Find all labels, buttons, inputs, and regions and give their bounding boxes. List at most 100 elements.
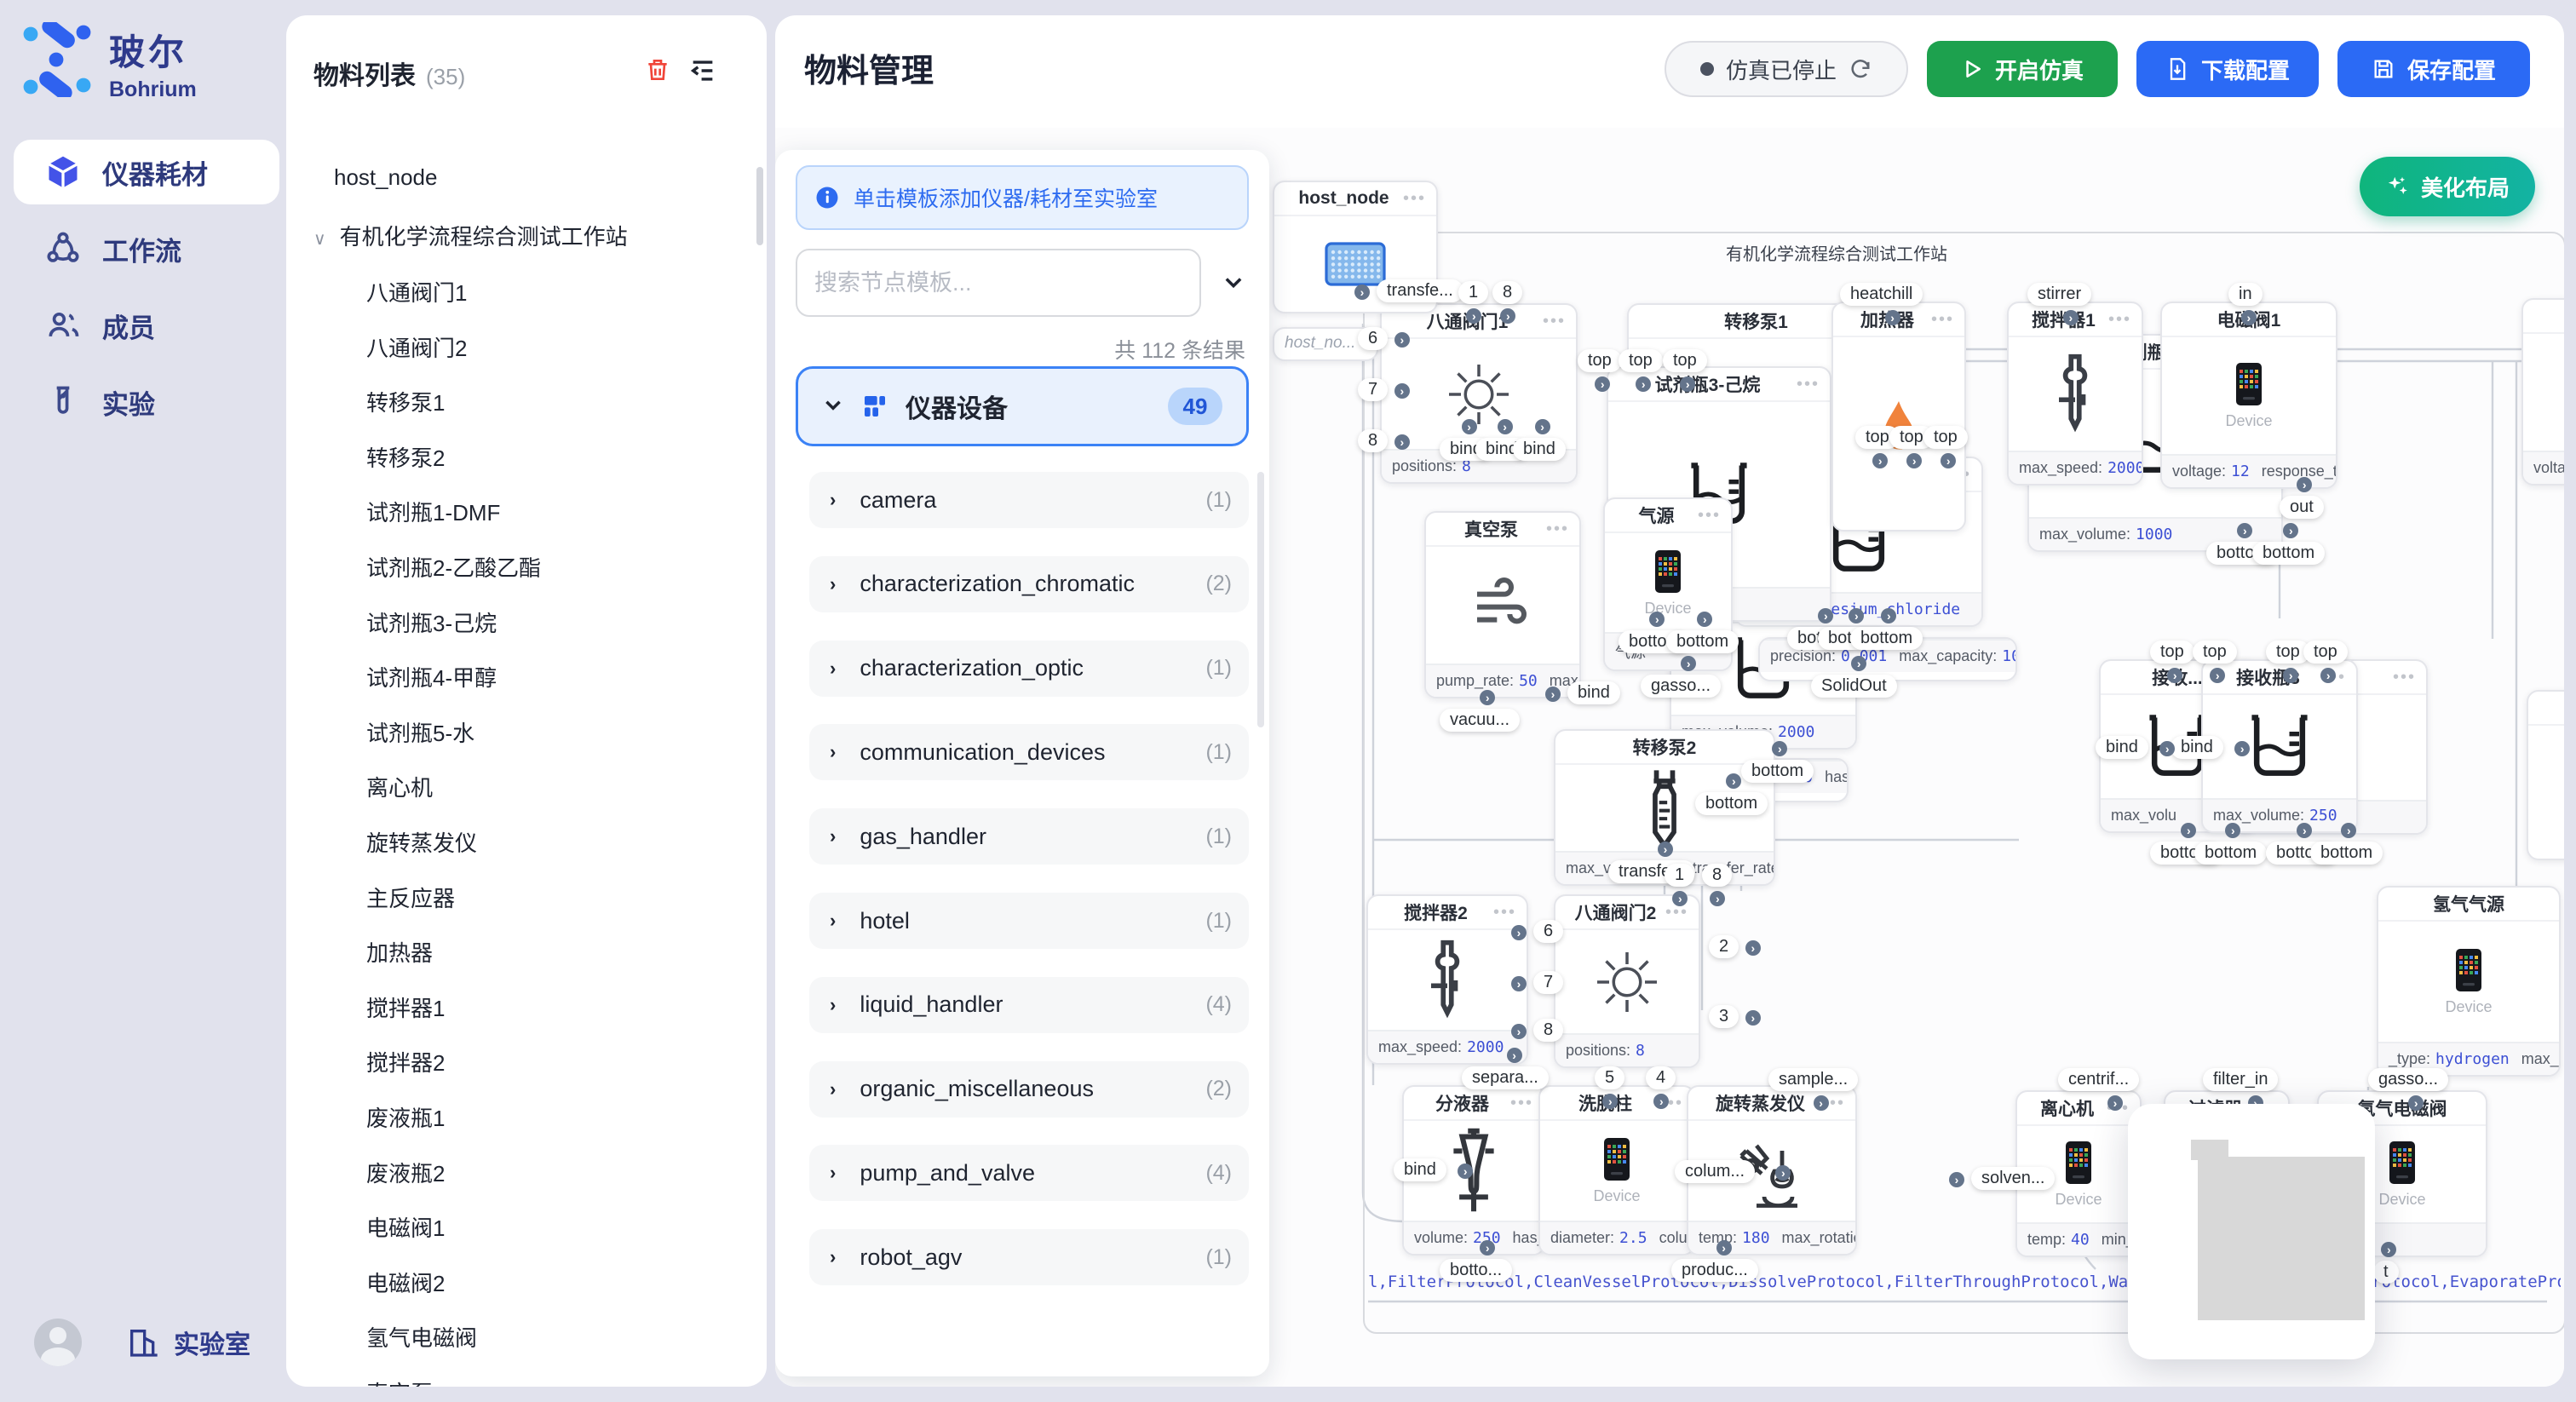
node-menu-icon[interactable]: ••• (1510, 1094, 1533, 1113)
sidebar-item-tube[interactable]: 实验 (14, 370, 279, 434)
port-chip-bottom[interactable]: bottom (2252, 542, 2325, 565)
node-menu-icon[interactable]: ••• (2108, 310, 2131, 330)
port-chip-6[interactable]: 6 (1533, 920, 1563, 943)
node-洗脱柱[interactable]: 洗脱柱•••Devicediameter:2.5column_type:si (1538, 1085, 1695, 1255)
tree-item[interactable]: 试剂瓶5-水 (366, 716, 474, 750)
materials-scrollbar[interactable] (756, 167, 763, 245)
port-chip-top[interactable]: top (1923, 426, 1968, 449)
port-chip-bottom[interactable]: bottom (2194, 842, 2267, 865)
tree-item-host-node[interactable]: host_node (334, 160, 437, 194)
category-row-gas_handler[interactable]: ›gas_handler(1) (809, 808, 1249, 865)
tree-item[interactable]: 氢气电磁阀 (366, 1321, 477, 1355)
sidebar-item-cube[interactable]: 仪器耗材 (14, 140, 279, 204)
port-chip-bind[interactable]: bind (1513, 438, 1566, 461)
port-dot[interactable]: › (1545, 687, 1561, 702)
collapse-all-icon[interactable] (1222, 269, 1245, 301)
download-config-button[interactable]: 下载配置 (2136, 41, 2319, 97)
avatar[interactable] (34, 1319, 82, 1366)
node-menu-icon[interactable]: ••• (1698, 506, 1721, 526)
port-chip-out[interactable]: out (2280, 496, 2324, 519)
port-dot[interactable]: › (1394, 434, 1410, 450)
port-dot[interactable]: › (1745, 1010, 1761, 1026)
collapse-list-icon[interactable] (688, 56, 717, 85)
port-chip-top[interactable]: top (1663, 349, 1707, 372)
tree-item[interactable]: 电磁阀2 (366, 1267, 445, 1301)
node-fragment[interactable]: Devicevoltage:12 (2521, 298, 2564, 486)
port-chip-vacuu[interactable]: vacuu... (1440, 709, 1520, 732)
node-menu-icon[interactable]: ••• (1797, 375, 1820, 394)
delete-icon[interactable] (644, 56, 671, 83)
port-chip-top[interactable]: top (2150, 641, 2194, 664)
tree-item[interactable]: 废液瓶1 (366, 1101, 445, 1135)
tree-item[interactable]: 试剂瓶1-DMF (366, 496, 500, 530)
port-chip-bottom[interactable]: bottom (1666, 630, 1739, 653)
port-dot[interactable]: › (1507, 1048, 1522, 1063)
port-chip-8[interactable]: 8 (1533, 1019, 1563, 1042)
tree-item[interactable]: 搅拌器2 (366, 1046, 445, 1080)
port-dot[interactable]: › (1814, 1095, 1829, 1111)
port-chip-2[interactable]: 2 (1709, 935, 1739, 958)
port-dot[interactable]: › (1658, 842, 1673, 857)
port-dot[interactable]: › (1716, 1240, 1732, 1255)
refresh-icon[interactable] (1849, 57, 1872, 81)
category-row-characterization_optic[interactable]: ›characterization_optic(1) (809, 641, 1249, 697)
port-chip-top[interactable]: top (2193, 641, 2237, 664)
tree-item[interactable]: 真空泵 (366, 1376, 433, 1387)
save-config-button[interactable]: 保存配置 (2337, 41, 2530, 97)
node-真空泵[interactable]: 真空泵•••pump_rate:50max_vacuum:0.1 (1424, 511, 1581, 698)
port-chip-bottom[interactable]: bottom (2310, 842, 2383, 865)
tree-item[interactable]: 主反应器 (366, 882, 455, 916)
tree-item[interactable]: 试剂瓶4-甲醇 (366, 661, 497, 695)
node-menu-icon[interactable]: ••• (1403, 189, 1426, 209)
node-搅拌器2[interactable]: 搅拌器2•••max_speed:2000 (1366, 894, 1528, 1065)
tree-item[interactable]: 旋转蒸发仪 (366, 826, 477, 860)
port-chip-1[interactable]: 1 (1665, 864, 1694, 887)
node-fragment[interactable] (2527, 690, 2564, 860)
category-row-liquid_handler[interactable]: ›liquid_handler(4) (809, 977, 1249, 1033)
port-chip-bottom[interactable]: bottom (1741, 760, 1814, 783)
port-dot[interactable]: › (1394, 383, 1410, 399)
category-row-hotel[interactable]: ›hotel(1) (809, 893, 1249, 949)
tree-item[interactable]: 搅拌器1 (366, 991, 445, 1026)
port-dot[interactable]: › (2241, 310, 2257, 325)
node-加热器[interactable]: 加热器••• (1831, 302, 1966, 531)
template-search-input[interactable] (796, 249, 1201, 317)
port-chip-stirrer[interactable]: stirrer (2027, 283, 2091, 306)
port-chip-top[interactable]: top (1619, 349, 1663, 372)
chevron-down-icon[interactable]: ∨ (313, 230, 326, 249)
category-row-characterization_chromatic[interactable]: ›characterization_chromatic(2) (809, 556, 1249, 612)
port-dot[interactable]: › (1885, 310, 1900, 325)
node-menu-icon[interactable]: ••• (1546, 520, 1569, 539)
port-chip-top[interactable]: top (2303, 641, 2348, 664)
port-chip-sample[interactable]: sample... (1768, 1068, 1858, 1091)
port-dot[interactable]: › (1394, 332, 1410, 348)
port-dot[interactable]: › (1511, 925, 1527, 940)
port-chip-solven[interactable]: solven... (1971, 1167, 2055, 1190)
port-chip-bind[interactable]: bind (1567, 681, 1620, 704)
port-dot[interactable]: › (1949, 1172, 1964, 1187)
tree-item[interactable]: 废液瓶2 (366, 1157, 445, 1191)
port-chip-5[interactable]: 5 (1595, 1066, 1624, 1089)
node-搅拌器1[interactable]: 搅拌器1•••max_speed:2000 (2007, 302, 2143, 486)
simulation-status-badge[interactable]: 仿真已停止 (1665, 41, 1908, 97)
port-chip-1[interactable]: 1 (1458, 281, 1488, 304)
category-row-organic_miscellaneous[interactable]: ›organic_miscellaneous(2) (809, 1061, 1249, 1118)
port-dot[interactable]: › (1462, 419, 1477, 434)
category-row-camera[interactable]: ›camera(1) (809, 472, 1249, 528)
port-chip-bind[interactable]: bind (2096, 736, 2148, 759)
tree-item[interactable]: 试剂瓶2-乙酸乙酯 (366, 551, 541, 585)
beautify-layout-button[interactable]: 美化布局 (2360, 157, 2535, 216)
port-chip-in[interactable]: in (2228, 283, 2263, 306)
tree-item[interactable]: 电磁阀1 (366, 1211, 445, 1245)
port-dot[interactable]: › (1511, 1024, 1527, 1039)
node-接收瓶3[interactable]: 接收瓶3•••max_volume:250 (2201, 659, 2358, 833)
port-chip-bottom[interactable]: bottom (1695, 792, 1768, 815)
port-chip-bind[interactable]: bind (2171, 736, 2223, 759)
port-chip-gasso[interactable]: gasso... (1641, 675, 1721, 698)
port-chip-t[interactable]: t (2373, 1261, 2399, 1284)
port-chip-botto[interactable]: botto... (1440, 1259, 1512, 1282)
start-simulation-button[interactable]: 开启仿真 (1927, 41, 2118, 97)
tree-item[interactable]: 转移泵1 (366, 386, 445, 420)
port-dot[interactable]: › (1745, 940, 1761, 956)
sidebar-item-members[interactable]: 成员 (14, 293, 279, 358)
